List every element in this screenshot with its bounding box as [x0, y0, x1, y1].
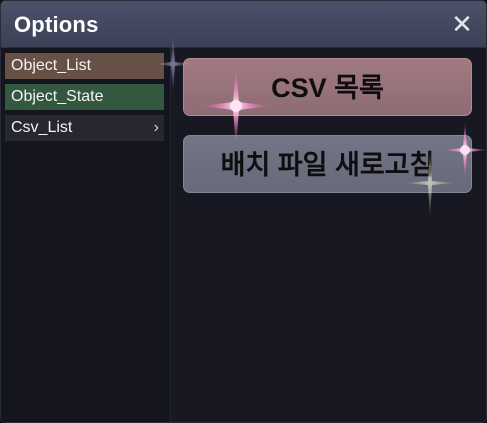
sidebar-item-csv-list[interactable]: Csv_List › [5, 115, 164, 141]
csv-list-button-label: CSV 목록 [271, 73, 384, 103]
sidebar-item-object-list[interactable]: Object_List [5, 53, 164, 79]
sidebar-item-label: Object_State [11, 88, 104, 105]
window-title: Options [14, 12, 99, 37]
csv-list-button[interactable]: CSV 목록 [183, 58, 472, 116]
window-body: Object_List Object_State Csv_List › CSV … [1, 34, 486, 422]
content-panel: CSV 목록 배치 파일 새로고침 [171, 48, 486, 422]
refresh-batch-files-button[interactable]: 배치 파일 새로고침 [183, 135, 472, 193]
refresh-batch-files-button-label: 배치 파일 새로고침 [220, 150, 435, 180]
sidebar-item-label: Csv_List [11, 119, 73, 136]
chevron-right-icon: › [153, 119, 159, 136]
sidebar-item-label: Object_List [11, 57, 92, 74]
close-icon[interactable]: ✕ [449, 11, 475, 37]
sidebar: Object_List Object_State Csv_List › [1, 48, 171, 422]
options-window: Options ✕ Object_List Object_State Csv_L… [0, 0, 487, 423]
sidebar-item-object-state[interactable]: Object_State [5, 84, 164, 110]
title-bar[interactable]: Options ✕ [1, 1, 486, 48]
